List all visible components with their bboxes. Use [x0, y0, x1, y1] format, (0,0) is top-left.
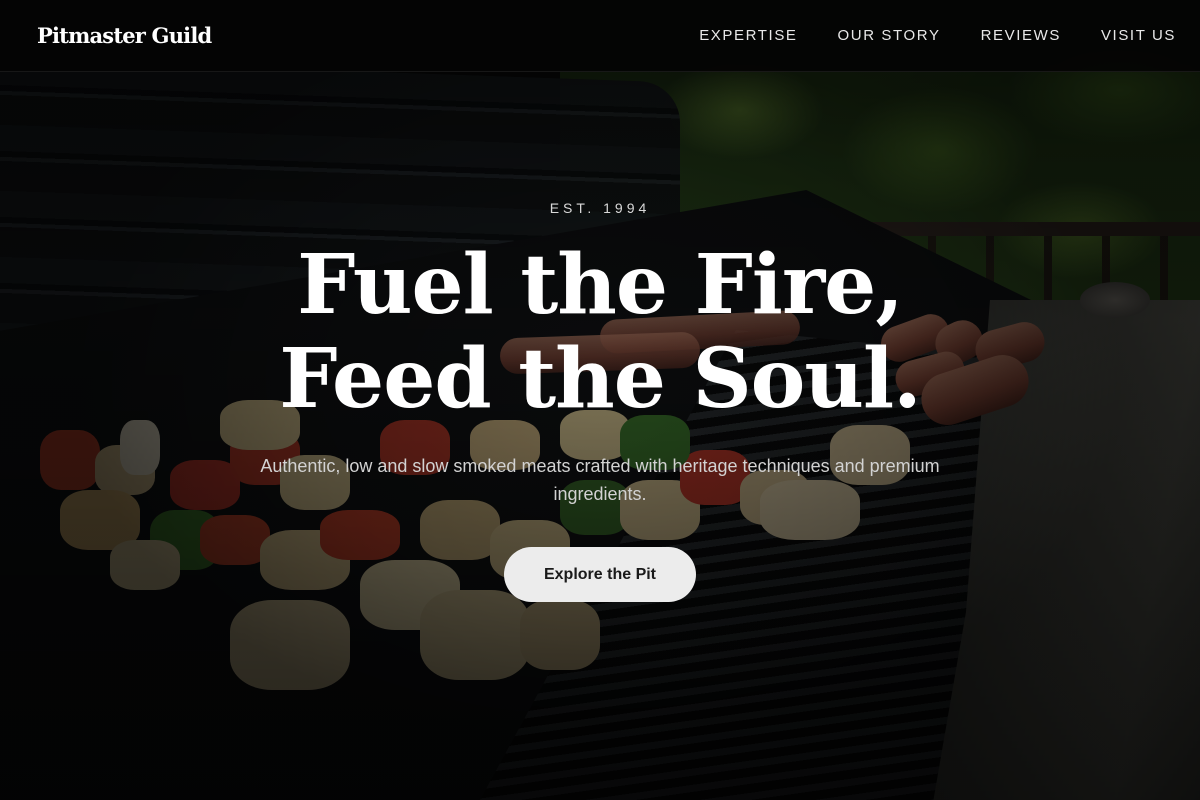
hero-headline: Fuel the Fire, Feed the Soul. [0, 238, 1200, 426]
hero-headline-line-1: Fuel the Fire, [297, 237, 904, 333]
hero-headline-line-2: Feed the Soul. [279, 331, 921, 427]
explore-the-pit-button[interactable]: Explore the Pit [504, 547, 696, 602]
hero-eyebrow: EST. 1994 [549, 200, 651, 216]
hero-section: EST. 1994 Fuel the Fire, Feed the Soul. … [0, 0, 1200, 800]
hero-subheadline: Authentic, low and slow smoked meats cra… [260, 456, 940, 504]
